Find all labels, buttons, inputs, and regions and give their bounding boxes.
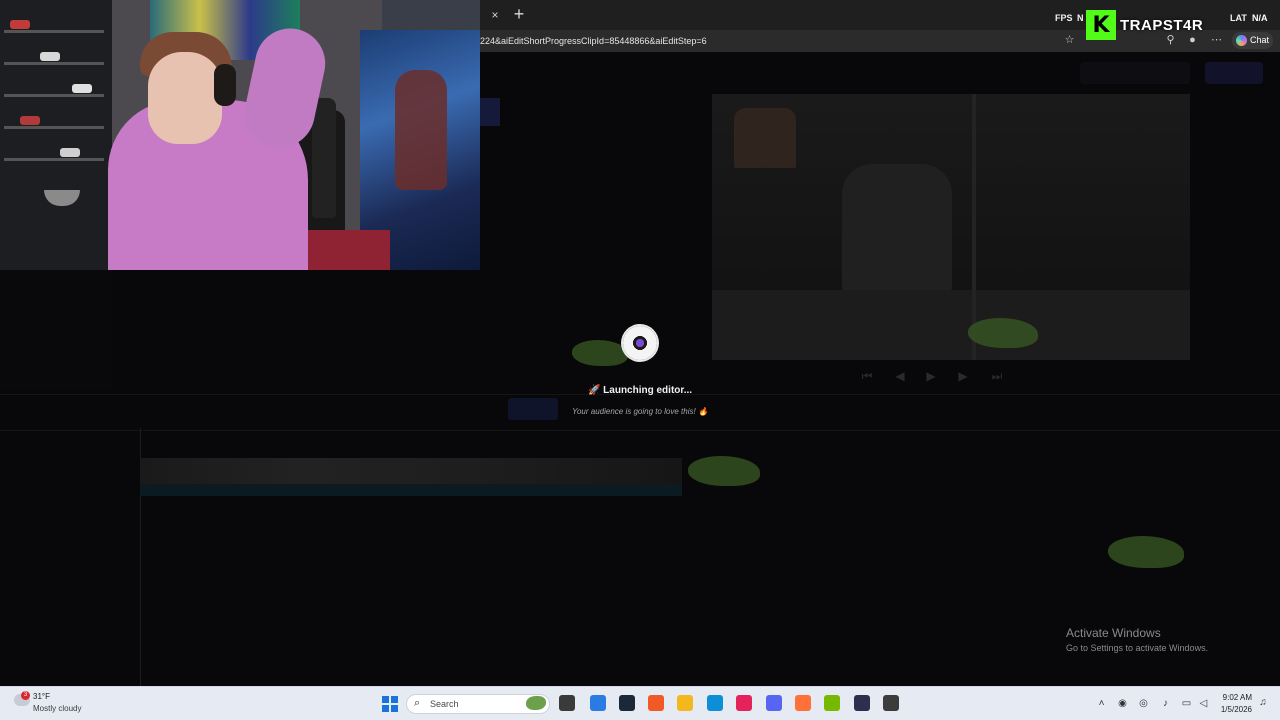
skip-back-icon[interactable]: ⏮ bbox=[860, 369, 874, 383]
loading-spinner-icon bbox=[623, 326, 657, 360]
overlay-blob bbox=[968, 318, 1038, 348]
fps-label: FPS bbox=[1055, 13, 1073, 23]
clock-time[interactable]: 9:02 AM bbox=[1218, 693, 1252, 702]
chat-label: Chat bbox=[1250, 35, 1270, 45]
activate-windows-subtitle: Go to Settings to activate Windows. bbox=[1066, 643, 1209, 653]
taskbar-app-tiktok-icon[interactable] bbox=[736, 695, 752, 711]
screen: × + 224&aiEditShortProgressClipId=854488… bbox=[0, 0, 1280, 720]
taskbar-app-file-explorer-icon[interactable] bbox=[677, 695, 693, 711]
latency-value: N/A bbox=[1252, 13, 1268, 23]
taskbar-app-edge-icon[interactable] bbox=[707, 695, 723, 711]
kick-channel-badge: K TRAPST4R bbox=[1086, 9, 1216, 41]
play-icon[interactable]: ▶ bbox=[924, 369, 938, 383]
timeline-video-track[interactable] bbox=[140, 458, 682, 484]
weather-temperature[interactable]: 31°F bbox=[33, 692, 50, 701]
rewind-icon[interactable]: ◀ bbox=[893, 369, 907, 383]
taskbar-app-chrome-like-icon[interactable] bbox=[883, 695, 899, 711]
copilot-chat-button[interactable]: Chat bbox=[1232, 32, 1274, 49]
search-highlight-icon bbox=[526, 696, 546, 710]
left-sidebar bbox=[0, 270, 112, 390]
taskbar-app-firefox-icon[interactable] bbox=[795, 695, 811, 711]
copilot-icon bbox=[1236, 35, 1247, 46]
webcam-overlay bbox=[0, 0, 480, 270]
address-url[interactable]: 224&aiEditShortProgressClipId=85448866&a… bbox=[480, 34, 707, 48]
search-placeholder[interactable]: Search bbox=[430, 699, 459, 709]
fps-value: N bbox=[1077, 13, 1084, 23]
kick-logo-icon: K bbox=[1086, 10, 1116, 40]
overlay-blob bbox=[1108, 536, 1184, 568]
taskbar-app-brave-icon[interactable] bbox=[648, 695, 664, 711]
timeline-caption-track[interactable] bbox=[140, 484, 682, 496]
overlay-blob bbox=[572, 340, 628, 366]
favorite-star-icon[interactable]: ☆ bbox=[1063, 34, 1076, 47]
latency-label: LAT bbox=[1230, 13, 1247, 23]
search-icon: ⌕ bbox=[414, 697, 421, 709]
sidebar-active-tab bbox=[480, 98, 500, 126]
start-button-windows-icon[interactable] bbox=[382, 696, 398, 712]
export-button-dim bbox=[1205, 62, 1263, 84]
microphone-icon[interactable]: ♪ bbox=[1160, 698, 1171, 709]
tab-close-button[interactable]: × bbox=[488, 8, 502, 22]
save-template-dim bbox=[1080, 62, 1190, 84]
weather-condition[interactable]: Mostly cloudy bbox=[33, 704, 81, 713]
weather-alert-badge: 3 bbox=[21, 691, 30, 700]
activate-windows-title: Activate Windows bbox=[1066, 626, 1161, 640]
taskbar-app-obs-icon[interactable] bbox=[854, 695, 870, 711]
loader-title: 🚀 Launching editor... bbox=[587, 385, 693, 396]
taskbar-app-task-view-icon[interactable] bbox=[559, 695, 575, 711]
taskbar-app-steam-icon[interactable] bbox=[619, 695, 635, 711]
forward-icon[interactable]: ▶ bbox=[956, 369, 970, 383]
taskbar-app-discord-icon[interactable] bbox=[766, 695, 782, 711]
steam-tray-icon[interactable]: ◉ bbox=[1117, 698, 1128, 709]
taskbar-app-notepad-icon[interactable] bbox=[590, 695, 606, 711]
speaker-icon[interactable]: ◁ bbox=[1198, 698, 1209, 709]
skip-forward-icon[interactable]: ⏭ bbox=[990, 369, 1004, 383]
clock-date[interactable]: 1/5/2026 bbox=[1210, 705, 1252, 714]
loader-subtitle: Your audience is going to love this! 🔥 bbox=[572, 407, 708, 416]
taskbar-app-nvidia-icon[interactable] bbox=[824, 695, 840, 711]
timeline-ruler bbox=[0, 430, 1280, 431]
channel-name: TRAPST4R bbox=[1120, 16, 1204, 34]
video-preview bbox=[712, 94, 1190, 360]
new-tab-button[interactable]: + bbox=[511, 5, 527, 23]
taskbar bbox=[0, 686, 1280, 720]
display-icon[interactable]: ▭ bbox=[1181, 698, 1192, 709]
notification-bell-icon[interactable]: ♫ bbox=[1257, 697, 1269, 709]
show-hidden-icons-chevron-icon[interactable]: ˄ bbox=[1096, 698, 1107, 709]
network-tray-icon[interactable]: ◎ bbox=[1138, 698, 1149, 709]
overlay-blob bbox=[688, 456, 760, 486]
